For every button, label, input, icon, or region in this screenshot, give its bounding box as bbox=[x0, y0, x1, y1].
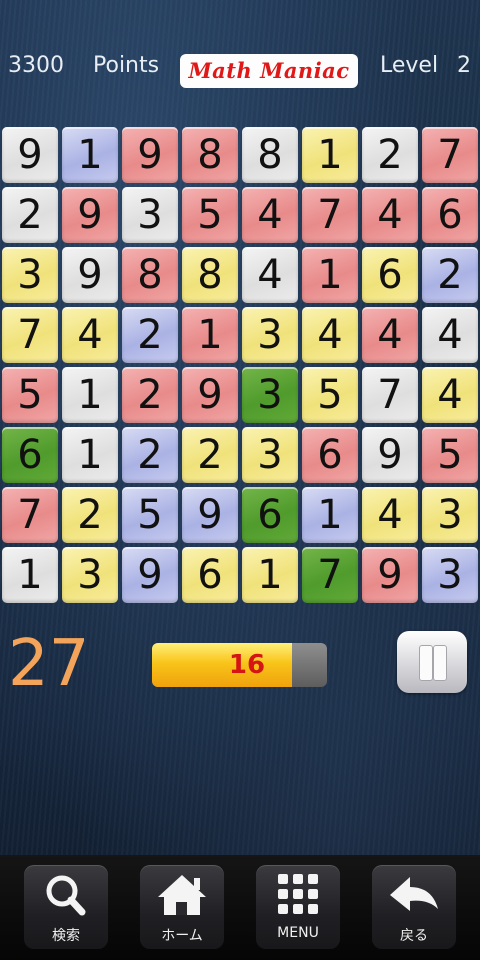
number-tile[interactable]: 9 bbox=[62, 247, 118, 303]
number-tile[interactable]: 2 bbox=[422, 247, 478, 303]
number-tile[interactable]: 2 bbox=[62, 487, 118, 543]
back-button[interactable]: 戻る bbox=[372, 865, 456, 949]
number-tile[interactable]: 8 bbox=[242, 127, 298, 183]
grid-row: 61223695 bbox=[0, 425, 480, 485]
search-label: 検索 bbox=[52, 928, 80, 944]
number-tile[interactable]: 5 bbox=[182, 187, 238, 243]
grid-row: 51293574 bbox=[0, 365, 480, 425]
number-tile[interactable]: 4 bbox=[242, 187, 298, 243]
points-label: Points bbox=[93, 53, 160, 78]
game-logo: Math Maniac bbox=[180, 54, 358, 88]
number-grid: 9198812729354746398841627421344451293574… bbox=[0, 125, 480, 605]
number-tile[interactable]: 9 bbox=[362, 547, 418, 603]
header-bar: 3300 Points Math Maniac Level 2 bbox=[0, 40, 480, 96]
menu-button[interactable]: MENU bbox=[256, 865, 340, 949]
grid-row: 91988127 bbox=[0, 125, 480, 185]
search-button[interactable]: 検索 bbox=[24, 865, 108, 949]
number-tile[interactable]: 1 bbox=[62, 427, 118, 483]
level-value: 2 bbox=[457, 53, 471, 78]
number-tile[interactable]: 3 bbox=[422, 487, 478, 543]
number-tile[interactable]: 9 bbox=[62, 187, 118, 243]
number-tile[interactable]: 3 bbox=[422, 547, 478, 603]
number-tile[interactable]: 9 bbox=[2, 127, 58, 183]
number-tile[interactable]: 4 bbox=[242, 247, 298, 303]
home-icon bbox=[158, 875, 206, 915]
number-tile[interactable]: 4 bbox=[362, 307, 418, 363]
number-tile[interactable]: 4 bbox=[362, 187, 418, 243]
number-tile[interactable]: 7 bbox=[302, 187, 358, 243]
number-tile[interactable]: 3 bbox=[242, 367, 298, 423]
number-tile[interactable]: 1 bbox=[302, 247, 358, 303]
number-tile[interactable]: 3 bbox=[122, 187, 178, 243]
home-button[interactable]: ホーム bbox=[140, 865, 224, 949]
menu-label: MENU bbox=[277, 925, 319, 941]
number-tile[interactable]: 7 bbox=[362, 367, 418, 423]
number-tile[interactable]: 3 bbox=[2, 247, 58, 303]
number-tile[interactable]: 2 bbox=[122, 367, 178, 423]
number-tile[interactable]: 1 bbox=[182, 307, 238, 363]
grid-menu-icon bbox=[278, 874, 318, 914]
number-tile[interactable]: 6 bbox=[302, 427, 358, 483]
number-tile[interactable]: 1 bbox=[242, 547, 298, 603]
number-tile[interactable]: 6 bbox=[422, 187, 478, 243]
number-tile[interactable]: 1 bbox=[302, 487, 358, 543]
number-tile[interactable]: 5 bbox=[122, 487, 178, 543]
number-tile[interactable]: 8 bbox=[182, 127, 238, 183]
number-tile[interactable]: 6 bbox=[362, 247, 418, 303]
grid-row: 13961793 bbox=[0, 545, 480, 605]
number-tile[interactable]: 2 bbox=[2, 187, 58, 243]
number-tile[interactable]: 4 bbox=[62, 307, 118, 363]
number-tile[interactable]: 9 bbox=[182, 367, 238, 423]
number-tile[interactable]: 7 bbox=[422, 127, 478, 183]
number-tile[interactable]: 2 bbox=[122, 307, 178, 363]
number-tile[interactable]: 6 bbox=[182, 547, 238, 603]
back-arrow-icon bbox=[390, 877, 438, 911]
number-tile[interactable]: 2 bbox=[362, 127, 418, 183]
number-tile[interactable]: 4 bbox=[422, 367, 478, 423]
number-tile[interactable]: 1 bbox=[62, 367, 118, 423]
number-tile[interactable]: 4 bbox=[362, 487, 418, 543]
score-value: 3300 bbox=[8, 53, 64, 78]
number-tile[interactable]: 7 bbox=[302, 547, 358, 603]
grid-row: 72596143 bbox=[0, 485, 480, 545]
number-tile[interactable]: 7 bbox=[2, 307, 58, 363]
number-tile[interactable]: 7 bbox=[2, 487, 58, 543]
countdown-timer: 27 bbox=[8, 627, 90, 701]
grid-row: 29354746 bbox=[0, 185, 480, 245]
number-tile[interactable]: 3 bbox=[242, 427, 298, 483]
number-tile[interactable]: 5 bbox=[2, 367, 58, 423]
bottom-navigation: 検索 ホーム MENU 戻る bbox=[0, 855, 480, 960]
number-tile[interactable]: 5 bbox=[422, 427, 478, 483]
target-progress-bar: 16 bbox=[152, 643, 327, 687]
search-icon bbox=[46, 875, 86, 916]
grid-row: 74213444 bbox=[0, 305, 480, 365]
number-tile[interactable]: 4 bbox=[302, 307, 358, 363]
number-tile[interactable]: 1 bbox=[62, 127, 118, 183]
number-tile[interactable]: 2 bbox=[182, 427, 238, 483]
number-tile[interactable]: 4 bbox=[422, 307, 478, 363]
level-label: Level bbox=[380, 53, 439, 78]
number-tile[interactable]: 1 bbox=[2, 547, 58, 603]
number-tile[interactable]: 1 bbox=[302, 127, 358, 183]
number-tile[interactable]: 9 bbox=[122, 127, 178, 183]
number-tile[interactable]: 3 bbox=[242, 307, 298, 363]
number-tile[interactable]: 6 bbox=[242, 487, 298, 543]
number-tile[interactable]: 8 bbox=[122, 247, 178, 303]
number-tile[interactable]: 8 bbox=[182, 247, 238, 303]
target-sum-value: 16 bbox=[228, 650, 266, 680]
number-tile[interactable]: 5 bbox=[302, 367, 358, 423]
pause-button[interactable] bbox=[397, 631, 467, 693]
home-label: ホーム bbox=[161, 928, 203, 944]
number-tile[interactable]: 9 bbox=[122, 547, 178, 603]
number-tile[interactable]: 9 bbox=[182, 487, 238, 543]
number-tile[interactable]: 3 bbox=[62, 547, 118, 603]
number-tile[interactable]: 6 bbox=[2, 427, 58, 483]
number-tile[interactable]: 9 bbox=[362, 427, 418, 483]
back-label: 戻る bbox=[400, 928, 428, 944]
number-tile[interactable]: 2 bbox=[122, 427, 178, 483]
grid-row: 39884162 bbox=[0, 245, 480, 305]
